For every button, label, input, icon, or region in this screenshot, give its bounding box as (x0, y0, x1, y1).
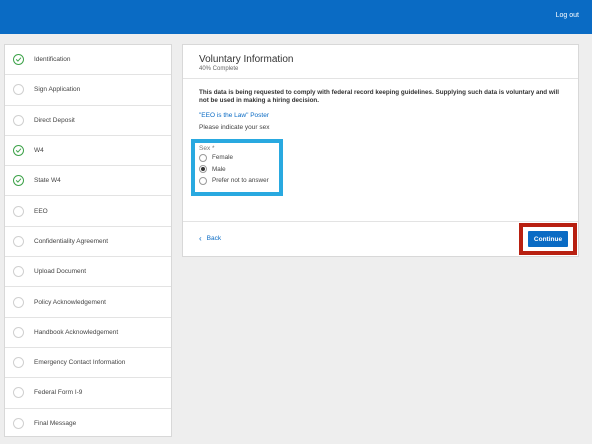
sidebar-item-eeo[interactable]: EEO (5, 196, 171, 227)
card-body: This data is being requested to comply w… (183, 79, 578, 131)
sex-radio-group: Sex * Female Male Prefer not to answer (191, 139, 283, 196)
sidebar-item-label: Policy Acknowledgement (34, 298, 106, 306)
empty-circle-icon (13, 387, 24, 399)
sidebar-item-policy-acknowledgement[interactable]: Policy Acknowledgement (5, 287, 171, 318)
empty-circle-icon (13, 235, 24, 247)
steps-sidebar: Identification Sign Application Direct D… (4, 44, 172, 437)
radio-button[interactable] (199, 153, 207, 162)
top-bar: Log out (0, 0, 592, 34)
sidebar-item-upload-document[interactable]: Upload Document (5, 257, 171, 288)
check-circle-icon (13, 54, 24, 66)
voluntary-notice: This data is being requested to comply w… (199, 89, 560, 104)
empty-circle-icon (13, 418, 24, 430)
sidebar-item-label: Sign Application (34, 86, 81, 94)
empty-circle-icon (13, 84, 24, 96)
empty-circle-icon (13, 205, 24, 217)
empty-circle-icon (13, 296, 24, 308)
sidebar-item-label: Final Message (34, 420, 77, 428)
logout-link[interactable]: Log out (556, 12, 579, 19)
empty-circle-icon (13, 114, 24, 126)
eeo-poster-link[interactable]: "EEO is the Law" Poster (199, 112, 562, 119)
sex-legend: Sex * (199, 145, 215, 152)
sidebar-item-label: W4 (34, 147, 44, 155)
sidebar-item-label: State W4 (34, 177, 61, 185)
card-header: Voluntary Information 40% Complete (183, 45, 578, 79)
sidebar-item-label: Upload Document (34, 268, 87, 276)
sidebar-item-label: Emergency Contact Information (34, 359, 126, 367)
sidebar-item-sign-application[interactable]: Sign Application (5, 75, 171, 106)
sex-option-prefer-not[interactable]: Prefer not to answer (199, 175, 279, 187)
sidebar-item-state-w4[interactable]: State W4 (5, 166, 171, 197)
sidebar-item-label: Confidentiality Agreement (34, 237, 109, 245)
sidebar-item-label: Identification (34, 56, 71, 64)
page-title: Voluntary Information (199, 54, 294, 65)
sidebar-item-label: Handbook Acknowledgement (34, 328, 119, 336)
chevron-left-icon: ‹ (199, 233, 202, 243)
empty-circle-icon (13, 357, 24, 369)
sidebar-item-direct-deposit[interactable]: Direct Deposit (5, 106, 171, 136)
sidebar-item-w4[interactable]: W4 (5, 136, 171, 167)
sidebar-item-label: EEO (34, 207, 48, 215)
empty-circle-icon (13, 266, 24, 278)
sidebar-item-label: Federal Form I-9 (34, 389, 83, 397)
continue-highlight: Continue (519, 223, 577, 255)
check-circle-icon (13, 175, 24, 187)
back-label: Back (206, 235, 222, 242)
radio-selected-dot (201, 167, 205, 172)
sex-option-male[interactable]: Male (199, 164, 279, 176)
check-circle-icon (13, 145, 24, 157)
sidebar-item-identification[interactable]: Identification (5, 45, 171, 76)
radio-button[interactable] (199, 165, 207, 174)
sidebar-item-handbook-acknowledgement[interactable]: Handbook Acknowledgement (5, 318, 171, 348)
progress-text: 40% Complete (199, 66, 239, 72)
back-button[interactable]: ‹ Back (199, 233, 222, 243)
empty-circle-icon (13, 326, 24, 338)
radio-button[interactable] (199, 176, 207, 185)
sex-option-female[interactable]: Female (199, 152, 279, 164)
sidebar-item-label: Direct Deposit (34, 116, 75, 124)
sidebar-item-emergency-contact-information[interactable]: Emergency Contact Information (5, 348, 171, 379)
radio-label: Male (212, 165, 226, 173)
radio-label: Female (212, 154, 233, 162)
sex-prompt: Please indicate your sex (199, 124, 270, 131)
sidebar-item-confidentiality-agreement[interactable]: Confidentiality Agreement (5, 227, 171, 258)
sidebar-item-federal-form-i9[interactable]: Federal Form I-9 (5, 378, 171, 409)
sidebar-item-final-message[interactable]: Final Message (5, 409, 171, 439)
continue-button[interactable]: Continue (528, 231, 568, 247)
radio-label: Prefer not to answer (212, 177, 269, 185)
